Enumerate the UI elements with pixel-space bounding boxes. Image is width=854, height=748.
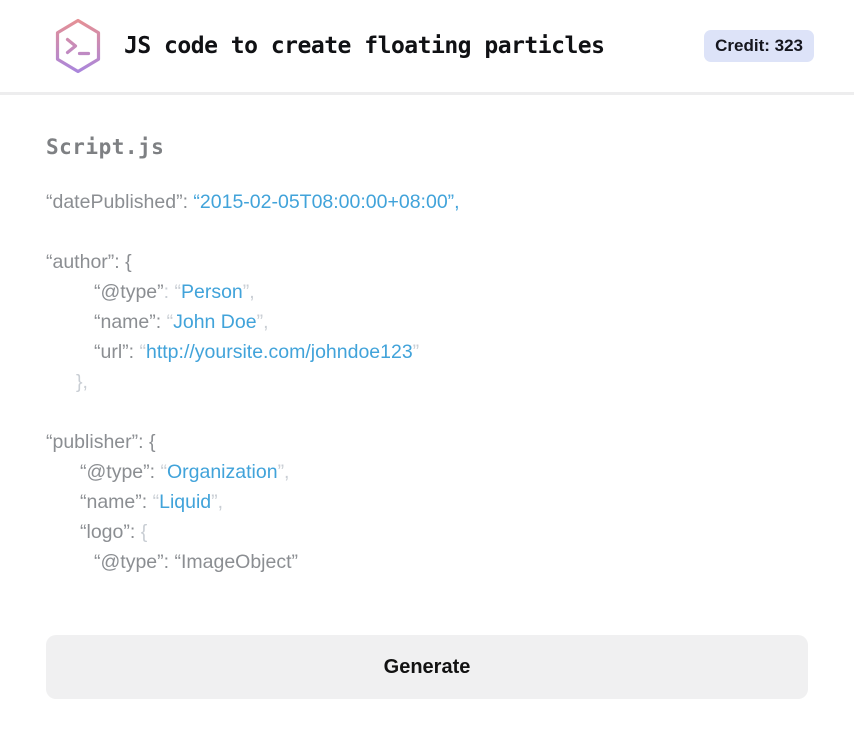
header-divider [0,92,854,95]
terminal-prompt-hexagon-icon [54,18,102,74]
code-segment-punct: : “ [163,281,181,303]
code-segment-punct: ” [412,341,420,363]
code-segment-value: Organization [166,461,278,483]
code-segment-key: “@type”: [80,461,161,483]
code-segment-key: “url”: [94,341,140,363]
code-segment-key: “@type” [94,281,164,303]
code-line: “publisher”: { [46,427,808,457]
code-line: “@type”: “ImageObject” [46,547,808,577]
app-window: JS code to create floating particles Cre… [0,0,854,699]
header: JS code to create floating particles Cre… [0,0,854,92]
main-content: Script.js “datePublished”: “2015-02-05T0… [0,135,854,699]
code-segment-punct: ”, [242,281,255,303]
code-segment-punct: ”, [256,311,269,333]
code-line: “name”: “Liquid”, [46,487,808,517]
code-segment-value: Person [180,281,243,303]
page-title: JS code to create floating particles [124,33,605,59]
code-line: }, [46,367,808,397]
code-segment-key: “name”: [94,311,167,333]
code-line: “@type”: “Organization”, [46,457,808,487]
code-segment-key: “name”: [80,491,153,513]
code-segment-key: “publisher”: { [46,431,156,453]
credit-badge: Credit: 323 [704,30,814,62]
code-segment-key: “datePublished”: [46,191,194,213]
code-segment-key: “author”: { [46,251,132,273]
code-segment-key: “@type”: “ImageObject” [94,551,299,573]
code-line: “@type”: “Person”, [46,277,808,307]
code-line: “name”: “John Doe”, [46,307,808,337]
code-segment-punct: }, [76,371,88,393]
code-segment-punct: ”, [277,461,290,483]
file-title: Script.js [46,135,165,159]
code-block: “datePublished”: “2015-02-05T08:00:00+08… [46,187,808,577]
code-segment-value: “2015-02-05T08:00:00+08:00”, [193,191,460,213]
code-segment-value: Liquid [159,491,212,513]
generate-button[interactable]: Generate [46,635,808,699]
code-segment-key: “logo”: [80,521,141,543]
code-line: “url”: “http://yoursite.com/johndoe123” [46,337,808,367]
code-segment-value: http://yoursite.com/johndoe123 [146,341,413,363]
code-line: “logo”: { [46,517,808,547]
code-segment-punct: { [140,521,148,543]
code-line: “author”: { [46,247,808,277]
code-segment-value: John Doe [173,311,257,333]
code-segment-punct: ”, [211,491,224,513]
code-line: “datePublished”: “2015-02-05T08:00:00+08… [46,187,808,217]
